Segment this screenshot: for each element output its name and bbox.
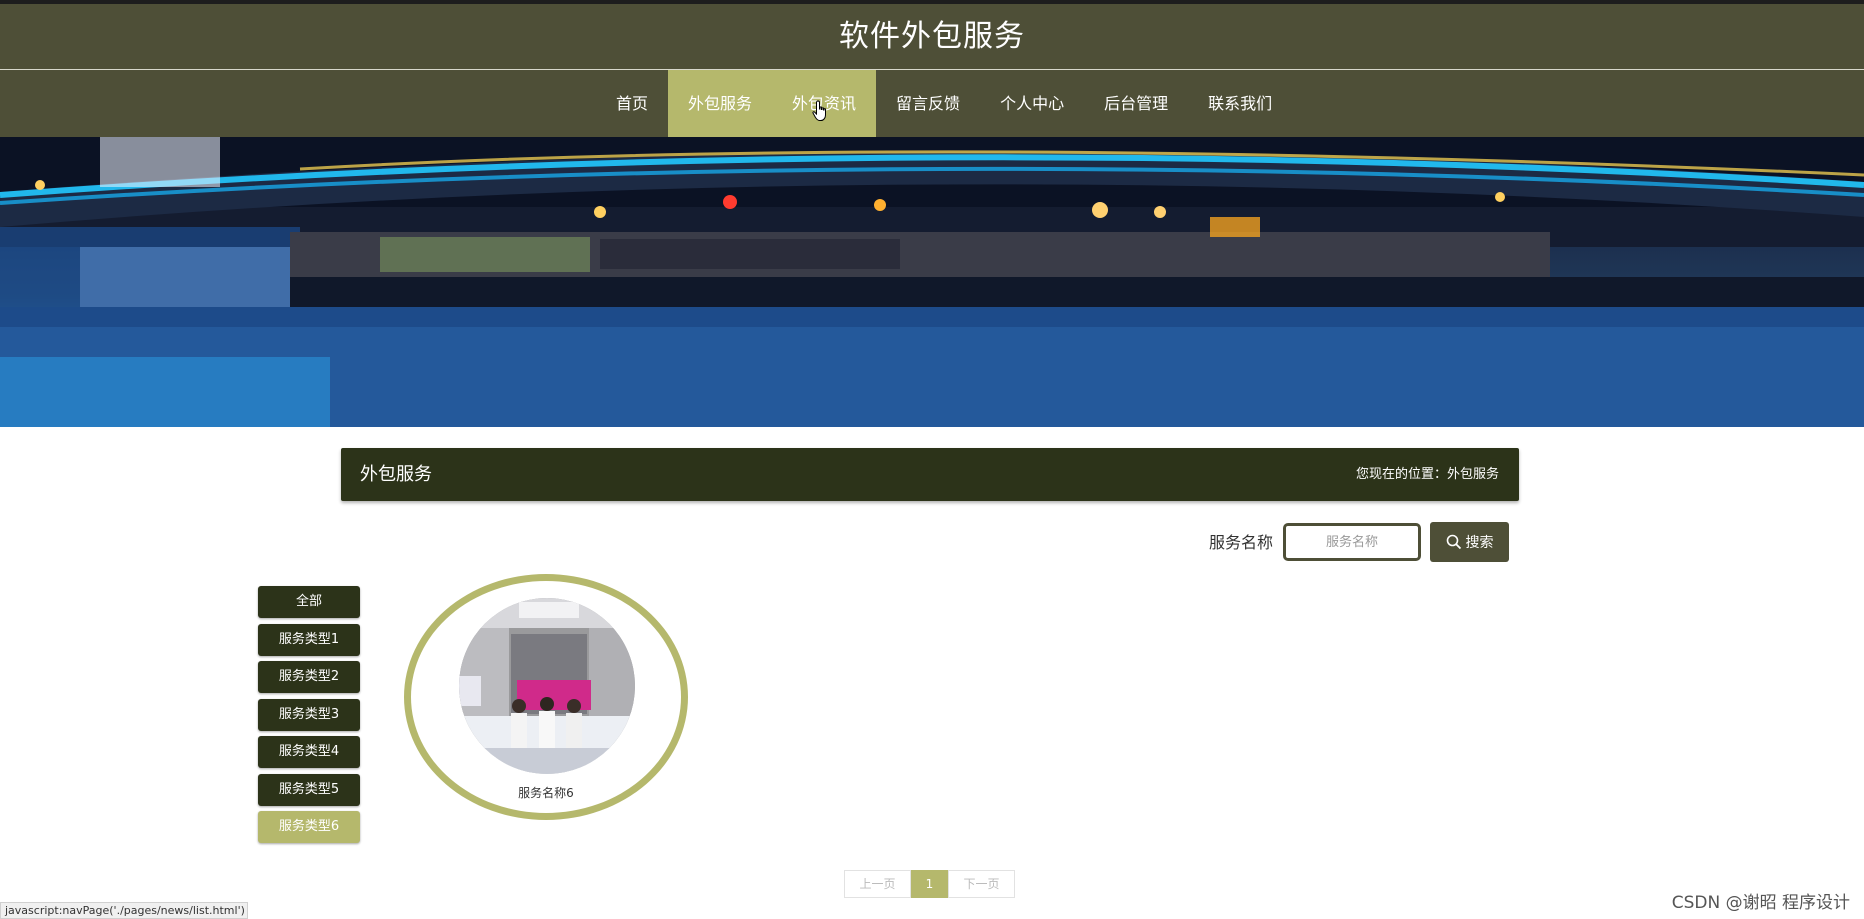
category-type-3[interactable]: 服务类型3	[258, 698, 360, 731]
service-image	[459, 598, 635, 774]
service-name[interactable]: 服务名称6	[411, 784, 681, 801]
category-type-5[interactable]: 服务类型5	[258, 773, 360, 806]
search-button[interactable]: 搜索	[1430, 522, 1509, 562]
page-number-1[interactable]: 1	[911, 870, 948, 898]
hero-banner[interactable]	[0, 137, 1864, 427]
search-label: 服务名称	[1209, 533, 1274, 552]
category-type-6[interactable]: 服务类型6	[258, 811, 360, 843]
nav-item-admin[interactable]: 后台管理	[1084, 70, 1188, 137]
breadcrumb-current[interactable]: 外包服务	[1447, 448, 1499, 501]
site-title: 软件外包服务	[839, 19, 1025, 54]
main-nav: 首页 外包服务 外包资讯 留言反馈 个人中心 后台管理 联系我们	[0, 70, 1864, 137]
service-card[interactable]: 服务名称6	[404, 574, 688, 820]
category-all[interactable]: 全部	[258, 586, 360, 618]
breadcrumb-prefix: 您现在的位置：	[1355, 467, 1447, 482]
browser-status-bar: javascript:navPage('./pages/news/list.ht…	[0, 902, 248, 919]
search-input[interactable]	[1283, 523, 1421, 561]
nav-list: 首页 外包服务 外包资讯 留言反馈 个人中心 后台管理 联系我们	[596, 70, 1292, 137]
category-type-1[interactable]: 服务类型1	[258, 623, 360, 656]
section-header: 外包服务 您现在的位置： 外包服务	[341, 448, 1519, 501]
category-type-4[interactable]: 服务类型4	[258, 736, 360, 768]
watermark: CSDN @谢昭 程序设计	[1671, 893, 1850, 913]
search-icon	[1446, 534, 1461, 550]
section-title: 外包服务	[360, 464, 432, 485]
prev-page-button[interactable]: 上一页	[844, 870, 911, 898]
site-header: 软件外包服务	[0, 4, 1864, 69]
category-list: 全部 服务类型1 服务类型2 服务类型3 服务类型4 服务类型5 服务类型6	[258, 586, 360, 849]
category-type-2[interactable]: 服务类型2	[258, 661, 360, 693]
hand-cursor-icon	[812, 100, 826, 121]
search-button-label: 搜索	[1465, 535, 1494, 551]
nav-item-personal-center[interactable]: 个人中心	[980, 70, 1084, 137]
nav-item-outsourcing-service[interactable]: 外包服务	[668, 70, 773, 137]
nav-item-feedback[interactable]: 留言反馈	[876, 70, 980, 137]
pagination: 上一页 1 下一页	[844, 870, 1015, 898]
nav-item-contact[interactable]: 联系我们	[1188, 70, 1292, 137]
breadcrumb: 您现在的位置： 外包服务	[1356, 448, 1499, 501]
next-page-button[interactable]: 下一页	[948, 870, 1015, 898]
nav-item-home[interactable]: 首页	[596, 70, 668, 137]
banner-image	[0, 137, 1864, 427]
